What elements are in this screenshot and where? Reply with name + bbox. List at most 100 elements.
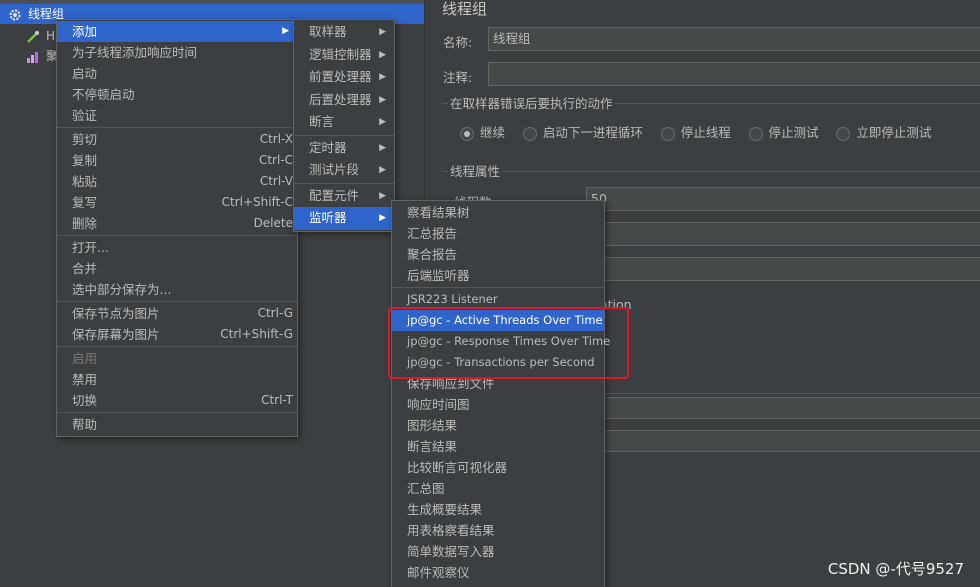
shortcut-label: Ctrl+Shift-C	[221, 195, 293, 209]
menu-item-cut[interactable]: 剪切 Ctrl-X	[57, 129, 297, 150]
add-submenu: 取样器 ▶ 逻辑控制器 ▶ 前置处理器 ▶ 后置处理器 ▶ 断言 ▶ 定时器 ▶ 测试片段 ▶…	[293, 19, 395, 232]
listener-item-assertion-results[interactable]: 断言结果	[392, 436, 604, 457]
highlight-annotation-box	[388, 307, 629, 379]
listener-item-summary-report[interactable]: 汇总报告	[392, 223, 604, 244]
panel-divider	[582, 393, 980, 394]
duration-field[interactable]	[586, 397, 980, 419]
tree-node-label: H	[46, 29, 56, 43]
menu-separator	[294, 182, 394, 184]
menu-separator	[57, 346, 297, 347]
listener-submenu: 察看结果树 汇总报告 聚合报告 后端监听器 JSR223 Listener jp…	[391, 200, 610, 587]
radio-stop-thread[interactable]: 停止线程	[660, 122, 731, 141]
gear-icon	[8, 8, 22, 22]
listener-item-backend-listener[interactable]: 后端监听器	[392, 265, 604, 286]
radio-continue[interactable]: 继续	[460, 122, 505, 141]
menu-item-start-no-pause[interactable]: 不停顿启动	[57, 84, 297, 105]
chevron-right-icon: ▶	[282, 26, 289, 36]
chevron-right-icon: ▶	[379, 190, 386, 201]
chevron-right-icon: ▶	[379, 49, 386, 60]
listener-item-summary-graph[interactable]: 汇总图	[392, 478, 604, 499]
comment-label: 注释:	[443, 70, 473, 85]
menu-item-disable[interactable]: 禁用	[57, 369, 297, 390]
menu-item-toggle[interactable]: 切换 Ctrl-T	[57, 390, 297, 411]
menu-item-open[interactable]: 打开...	[57, 237, 297, 258]
radio-icon	[748, 126, 763, 141]
loop-count-field[interactable]	[586, 257, 980, 281]
shortcut-label: Ctrl-C	[258, 153, 293, 167]
submenu-item-pre-processor[interactable]: 前置处理器 ▶	[294, 66, 394, 89]
menu-separator	[57, 412, 297, 413]
menu-separator	[294, 134, 394, 136]
shortcut-label: Ctrl-V	[259, 174, 293, 188]
menu-separator	[57, 235, 297, 236]
listener-item-mailer-visualizer[interactable]: 邮件观察仪	[392, 562, 604, 583]
watermark: CSDN @-代号9527	[827, 560, 964, 578]
ramp-up-field[interactable]	[586, 222, 980, 246]
pipette-icon	[26, 30, 40, 44]
menu-separator	[392, 287, 604, 288]
radio-stop-test[interactable]: 停止测试	[748, 122, 819, 141]
submenu-item-timer[interactable]: 定时器 ▶	[294, 137, 394, 160]
radio-icon	[522, 126, 537, 141]
listener-item-generate-summary[interactable]: 生成概要结果	[392, 499, 604, 520]
chart-icon	[26, 50, 40, 64]
listener-item-graph-results[interactable]: 图形结果	[392, 415, 604, 436]
menu-item-start[interactable]: 启动	[57, 63, 297, 84]
listener-item-compare-assertion[interactable]: 比较断言可视化器	[392, 457, 604, 478]
listener-item-view-results-table[interactable]: 用表格察看结果	[392, 520, 604, 541]
submenu-item-test-fragment[interactable]: 测试片段 ▶	[294, 159, 394, 182]
thread-props-group	[442, 171, 980, 172]
shortcut-label: Delete	[253, 216, 293, 230]
chevron-right-icon: ▶	[379, 27, 386, 37]
chevron-right-icon: ▶	[379, 117, 386, 127]
name-field[interactable]: 线程组	[488, 27, 980, 51]
thread-count-field[interactable]: 50	[586, 187, 980, 211]
shortcut-label: Ctrl-G	[257, 306, 293, 320]
menu-item-save-selection[interactable]: 选中部分保存为...	[57, 279, 297, 300]
chevron-right-icon: ▶	[379, 213, 386, 223]
submenu-item-logic-controller[interactable]: 逻辑控制器 ▶	[294, 44, 394, 67]
listener-item-aggregate-report[interactable]: 聚合报告	[392, 244, 604, 265]
error-action-options: 继续 启动下一进程循环 停止线程 停止测试 立即停止测试	[460, 122, 945, 141]
shortcut-label: Ctrl+Shift-G	[220, 327, 293, 341]
menu-item-validate[interactable]: 验证	[57, 105, 297, 126]
thread-props-title: 线程属性	[448, 161, 503, 180]
submenu-item-config-element[interactable]: 配置元件 ▶	[294, 185, 394, 208]
listener-item-response-time-graph[interactable]: 响应时间图	[392, 394, 604, 415]
menu-item-paste[interactable]: 粘贴 Ctrl-V	[57, 171, 297, 192]
panel-title: 线程组	[442, 0, 488, 18]
name-label: 名称:	[443, 35, 473, 50]
listener-item-view-results-tree[interactable]: 察看结果树	[392, 202, 604, 223]
radio-start-next-loop[interactable]: 启动下一进程循环	[522, 122, 643, 141]
menu-separator	[57, 301, 297, 302]
error-action-title: 在取样器错误后要执行的动作	[448, 93, 615, 112]
shortcut-label: Ctrl-X	[259, 132, 293, 146]
chevron-right-icon: ▶	[379, 94, 386, 105]
menu-item-duplicate[interactable]: 复写 Ctrl+Shift-C	[57, 192, 297, 213]
menu-item-copy[interactable]: 复制 Ctrl-C	[57, 150, 297, 171]
context-menu: 添加 ▶ 为子线程添加响应时间 启动 不停顿启动 验证 剪切 Ctrl-X 复制 Ct…	[56, 19, 298, 437]
chevron-right-icon: ▶	[379, 72, 386, 82]
submenu-item-post-processor[interactable]: 后置处理器 ▶	[294, 89, 394, 112]
submenu-item-listener[interactable]: 监听器 ▶	[294, 207, 394, 230]
listener-item-simple-data-writer[interactable]: 简单数据写入器	[392, 541, 604, 562]
radio-icon	[660, 126, 675, 141]
tree-node-http-sampler[interactable]: H	[26, 26, 55, 46]
menu-item-add[interactable]: 添加 ▶	[57, 21, 297, 42]
menu-item-merge[interactable]: 合并	[57, 258, 297, 279]
radio-stop-test-now[interactable]: 立即停止测试	[836, 122, 931, 141]
submenu-item-assertion[interactable]: 断言 ▶	[294, 111, 394, 134]
menu-item-delete[interactable]: 删除 Delete	[57, 213, 297, 234]
chevron-right-icon: ▶	[379, 142, 386, 153]
shortcut-label: Ctrl-T	[261, 393, 293, 407]
menu-item-help[interactable]: 帮助	[57, 414, 297, 435]
comment-field[interactable]	[488, 62, 980, 86]
menu-item-add-think-time[interactable]: 为子线程添加响应时间	[57, 42, 297, 63]
menu-item-save-node-image[interactable]: 保存节点为图片 Ctrl-G	[57, 303, 297, 324]
radio-icon	[836, 126, 851, 141]
menu-item-save-screen-image[interactable]: 保存屏幕为图片 Ctrl+Shift-G	[57, 324, 297, 345]
startup-delay-field[interactable]	[586, 430, 980, 452]
submenu-item-sampler[interactable]: 取样器 ▶	[294, 21, 394, 44]
tree-node-aggregate-report[interactable]: 聚	[26, 46, 58, 66]
menu-item-enable: 启用	[72, 351, 98, 366]
